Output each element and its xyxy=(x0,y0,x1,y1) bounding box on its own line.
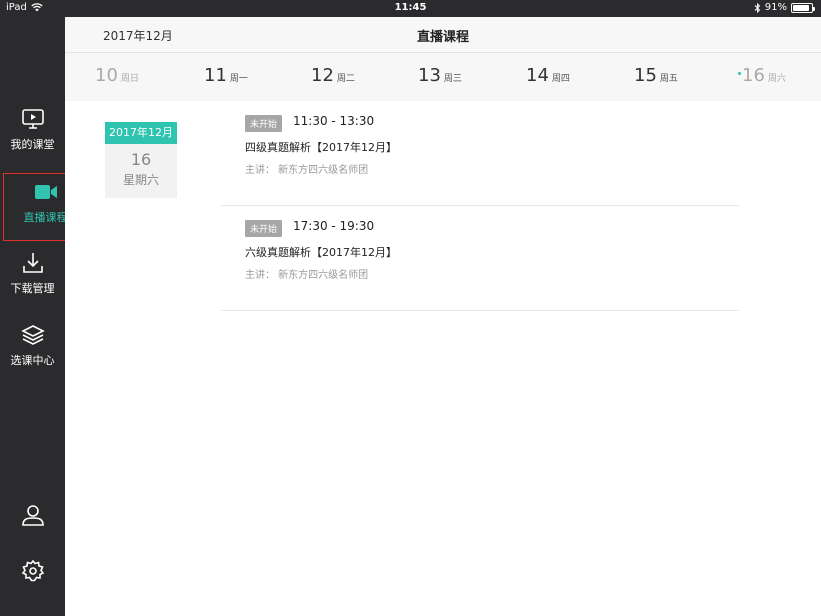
user-icon xyxy=(21,505,44,526)
status-badge: 未开始 xyxy=(245,115,283,132)
sidebar-item-my-classroom[interactable]: 我的课堂 xyxy=(0,107,65,167)
week-day-selector: 10 周日 11 周一 12 周二 13 周三 14 周四 15 周五 16 周… xyxy=(65,53,821,101)
status-right: 91% xyxy=(754,2,815,13)
course-time: 11:30 - 13:30 xyxy=(293,114,375,128)
sidebar-item-label: 选课中心 xyxy=(10,354,55,367)
day-weekday: 周二 xyxy=(336,74,355,84)
day-weekday: 周一 xyxy=(229,74,248,84)
sidebar-item-label: 我的课堂 xyxy=(10,138,55,151)
day-number: 15 xyxy=(634,65,657,86)
day-weekday: 周五 xyxy=(659,74,678,84)
status-time: 11:45 xyxy=(394,2,427,13)
course-name: 四级真题解析【2017年12月】 xyxy=(245,141,397,154)
day-12[interactable]: 12 周二 xyxy=(311,65,355,86)
day-weekday: 周四 xyxy=(551,74,570,84)
course-item[interactable]: 未开始 11:30 - 13:30 四级真题解析【2017年12月】 主讲： 新… xyxy=(221,102,739,206)
sidebar: 我的课堂 直播课程 下载管理 选课中心 xyxy=(0,17,88,616)
date-card: 2017年12月 16 星期六 xyxy=(105,122,177,198)
layers-icon xyxy=(20,325,45,345)
day-number: 10 xyxy=(95,65,118,86)
selected-day-dot xyxy=(738,72,741,75)
day-16[interactable]: 16 周六 xyxy=(738,65,786,86)
video-camera-icon xyxy=(34,185,57,199)
day-number: 13 xyxy=(418,65,441,86)
date-card-day: 16 xyxy=(130,150,152,169)
main-content: 2017年12月 直播课程 10 周日 11 周一 12 周二 13 周三 14… xyxy=(65,17,821,616)
day-number: 16 xyxy=(742,65,765,86)
header: 2017年12月 直播课程 xyxy=(65,17,821,53)
day-11[interactable]: 11 周一 xyxy=(204,65,248,86)
sidebar-item-downloads[interactable]: 下载管理 xyxy=(0,251,65,311)
bluetooth-icon xyxy=(754,2,760,13)
play-screen-icon xyxy=(21,109,44,129)
settings-button[interactable] xyxy=(0,559,65,583)
course-teacher: 主讲： 新东方四六级名师团 xyxy=(245,270,369,281)
status-bar: iPad 11:45 91% xyxy=(0,0,821,17)
date-card-month: 2017年12月 xyxy=(105,122,177,144)
course-teacher: 主讲： 新东方四六级名师团 xyxy=(245,165,369,176)
sidebar-item-label: 直播课程 xyxy=(23,211,68,224)
day-13[interactable]: 13 周三 xyxy=(418,65,462,86)
day-weekday: 周三 xyxy=(443,74,462,84)
battery-percent: 91% xyxy=(764,2,787,13)
course-time: 17:30 - 19:30 xyxy=(293,219,375,233)
download-icon xyxy=(22,253,43,273)
day-weekday: 周日 xyxy=(120,74,139,84)
user-button[interactable] xyxy=(0,503,65,527)
day-number: 11 xyxy=(204,65,227,86)
day-number: 12 xyxy=(311,65,334,86)
day-10[interactable]: 10 周日 xyxy=(95,65,139,86)
course-item[interactable]: 未开始 17:30 - 19:30 六级真题解析【2017年12月】 主讲： 新… xyxy=(221,207,739,311)
sidebar-item-course-center[interactable]: 选课中心 xyxy=(0,323,65,383)
date-card-weekday: 星期六 xyxy=(122,173,159,187)
course-name: 六级真题解析【2017年12月】 xyxy=(245,246,397,259)
sidebar-item-label: 下载管理 xyxy=(10,282,55,295)
battery-fill xyxy=(793,4,810,11)
day-number: 14 xyxy=(526,65,549,86)
page-title: 直播课程 xyxy=(416,30,469,45)
day-weekday: 周六 xyxy=(767,74,786,84)
battery-icon xyxy=(791,2,815,13)
gear-icon xyxy=(21,559,44,582)
day-14[interactable]: 14 周四 xyxy=(526,65,570,86)
day-15[interactable]: 15 周五 xyxy=(634,65,678,86)
status-badge: 未开始 xyxy=(245,220,283,237)
